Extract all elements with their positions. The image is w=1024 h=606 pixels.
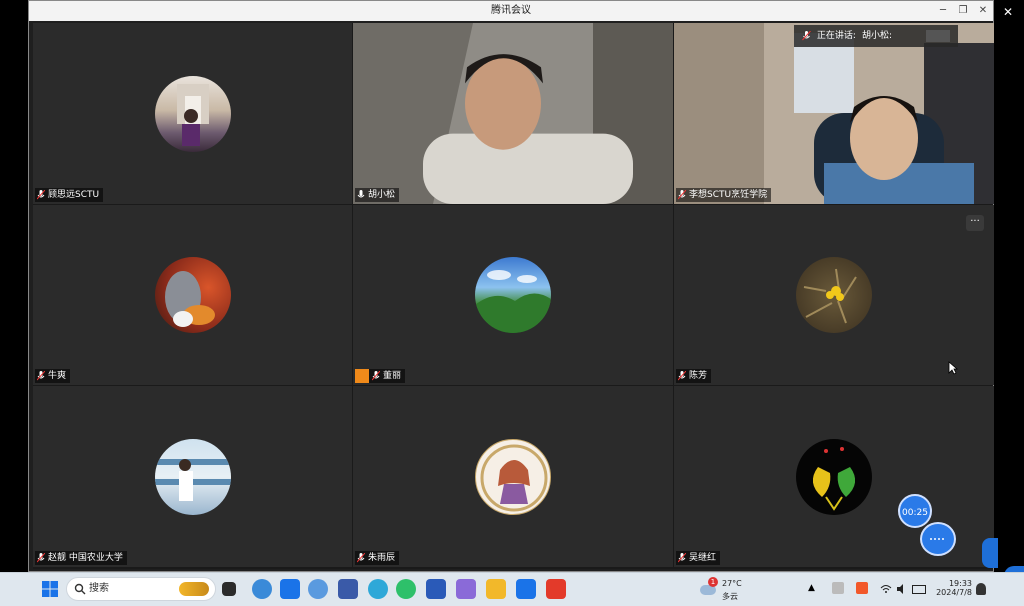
mic-muted-icon (678, 190, 686, 200)
file-explorer-icon[interactable] (486, 579, 506, 599)
participant-name: 李想SCTU烹饪学院 (689, 190, 768, 200)
weather-desc: 多云 (722, 592, 738, 601)
participant-name: 胡小松 (368, 190, 396, 200)
mouse-cursor-icon (948, 361, 958, 375)
speaking-icon (926, 30, 950, 42)
participant-video (674, 23, 994, 204)
participant-label: 朱雨辰 (355, 551, 400, 565)
wps-icon[interactable] (546, 579, 566, 599)
participant-label: 赵靓 中国农业大学 (35, 551, 127, 565)
mic-muted-icon (372, 371, 380, 381)
edge-browser-icon[interactable] (368, 579, 388, 599)
clock-time: 19:33 (948, 579, 972, 588)
participant-name: 吴继红 (689, 553, 717, 563)
participant-name: 顾思远SCTU (48, 190, 100, 200)
window-title: 腾讯会议 (491, 5, 531, 16)
windows-start-icon[interactable] (40, 579, 60, 599)
side-app-icon[interactable] (982, 538, 998, 568)
video-grid: 顾思远SCTU 胡小松 正在讲话: 胡小松: 李想SCTU烹饪学院 牛爽 董丽 … (33, 23, 994, 569)
user-icon (355, 369, 369, 383)
participant-label: 顾思远SCTU (35, 188, 104, 202)
close-button[interactable]: ✕ (973, 1, 993, 21)
participant-avatar (796, 257, 872, 333)
participant-label: 牛爽 (35, 369, 71, 383)
app-icon-ne[interactable] (338, 579, 358, 599)
restore-button[interactable]: ❐ (953, 1, 973, 21)
participant-tile[interactable]: 牛爽 (33, 205, 352, 385)
participant-avatar (154, 75, 231, 152)
clock[interactable]: 19:33 2024/7/8 (932, 573, 972, 606)
recording-timer[interactable]: 00:25 (898, 494, 932, 528)
participant-avatar (154, 438, 231, 515)
participant-tile[interactable]: 赵靓 中国农业大学 (33, 386, 352, 567)
taskbar-search-input[interactable]: 搜索 (66, 577, 216, 601)
weather-temp: 27°C (722, 579, 742, 588)
participant-avatar (475, 438, 551, 515)
participant-name: 朱雨辰 (368, 553, 396, 563)
participant-name: 赵靓 中国农业大学 (48, 553, 123, 563)
search-placeholder: 搜索 (89, 583, 109, 594)
mic-icon (357, 190, 365, 198)
speaking-name: 胡小松: (861, 31, 892, 41)
clock-date: 2024/7/8 (936, 588, 972, 597)
more-options-button[interactable]: ··· (966, 215, 984, 231)
participant-tile[interactable]: 正在讲话: 胡小松: 李想SCTU烹饪学院 (674, 23, 994, 204)
mic-muted-icon (678, 553, 686, 563)
search-highlight-icon (179, 582, 209, 596)
word-icon[interactable] (426, 579, 446, 599)
app-icon-blue[interactable] (280, 579, 300, 599)
participant-avatar (154, 257, 231, 333)
task-view-icon[interactable] (222, 582, 236, 596)
participant-name: 董丽 (383, 371, 402, 381)
wechat-icon[interactable] (396, 579, 416, 599)
participant-tile[interactable]: ··· 陈芳 (674, 205, 994, 385)
taskbar: 搜索 1 27°C 多云 ▲ 19:33 2024/7/8 (0, 572, 1024, 606)
mic-muted-icon (37, 371, 45, 381)
title-bar: 腾讯会议 ─ ❐ ✕ (29, 1, 993, 21)
tray-app-icon[interactable] (856, 582, 868, 594)
participant-avatar (796, 438, 872, 515)
participant-video (353, 23, 673, 204)
weather-widget[interactable]: 1 27°C 多云 (700, 573, 770, 606)
participant-label: 吴继红 (676, 551, 721, 565)
tray-chevron-up-icon[interactable]: ▲ (808, 583, 815, 593)
overlay-close-button[interactable]: ✕ (1000, 4, 1016, 20)
participant-tile[interactable]: 顾思远SCTU (33, 23, 352, 204)
participant-label: 董丽 (355, 369, 406, 383)
tencent-meeting-icon[interactable] (516, 579, 536, 599)
weather-badge: 1 (708, 577, 718, 587)
mic-muted-icon (802, 31, 811, 41)
notification-bell-icon[interactable] (976, 583, 986, 595)
speaking-label: 正在讲话: (816, 31, 856, 41)
app-icon-cloud[interactable] (308, 579, 328, 599)
battery-icon[interactable] (912, 585, 926, 594)
wifi-icon[interactable] (880, 584, 892, 594)
search-icon (74, 583, 86, 595)
mic-muted-icon (678, 371, 686, 381)
participant-label: 胡小松 (355, 188, 400, 202)
participant-tile[interactable]: 朱雨辰 (353, 386, 673, 567)
participant-name: 牛爽 (48, 371, 67, 381)
meeting-window: 腾讯会议 ─ ❐ ✕ 顾思远SCTU 胡小松 正在讲话: 胡小松: 李想SCTU… (28, 0, 994, 572)
mic-muted-icon (37, 553, 45, 563)
participant-tile[interactable]: 董丽 (353, 205, 673, 385)
floating-assistant-button[interactable] (920, 522, 956, 556)
tray-app-icon[interactable] (832, 582, 844, 594)
participant-name: 陈芳 (689, 371, 708, 381)
participant-avatar (475, 257, 551, 333)
minimize-button[interactable]: ─ (933, 1, 953, 21)
speaking-indicator: 正在讲话: 胡小松: (793, 25, 958, 47)
mic-muted-icon (37, 190, 45, 200)
participant-label: 李想SCTU烹饪学院 (676, 188, 772, 202)
mic-muted-icon (357, 553, 365, 563)
app-icon-copilot[interactable] (456, 579, 476, 599)
volume-icon[interactable] (896, 584, 908, 594)
app-icon-help[interactable] (252, 579, 272, 599)
participant-tile-active[interactable]: 胡小松 (353, 23, 673, 204)
participant-label: 陈芳 (676, 369, 712, 383)
